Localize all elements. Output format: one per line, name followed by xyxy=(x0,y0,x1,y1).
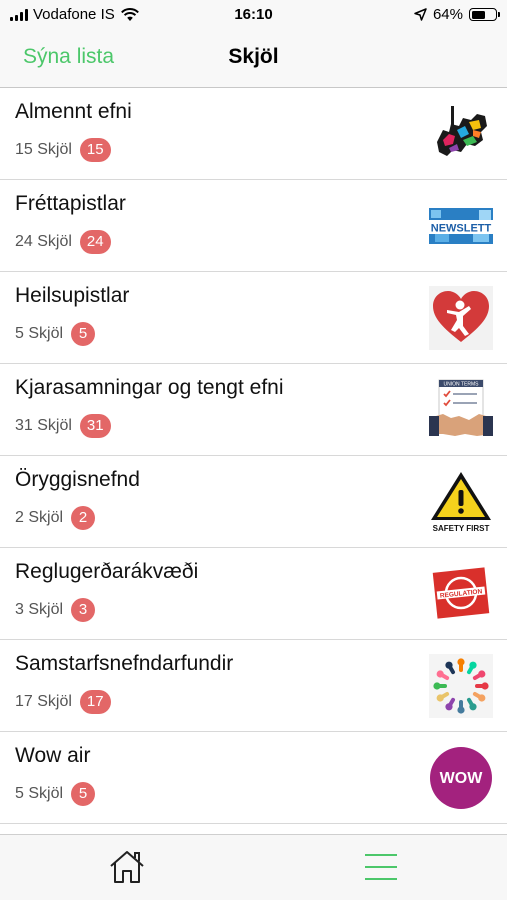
category-title: Fréttapistlar xyxy=(15,192,126,215)
menu-tab[interactable] xyxy=(364,852,398,882)
list-item[interactable]: Samstarfsnefndarfundir 17 Skjöl 17 xyxy=(0,640,507,732)
document-count-label: 17 Skjöl xyxy=(15,693,72,711)
status-bar: Vodafone IS 16:10 64% xyxy=(0,0,507,32)
document-count-label: 2 Skjöl xyxy=(15,509,64,527)
count-badge: 2 xyxy=(71,506,96,530)
wow-air-logo-icon: WOW xyxy=(429,746,493,810)
list-item[interactable]: Wow air 5 Skjöl 5 WOW xyxy=(0,732,507,824)
newsletter-text: NEWSLETT xyxy=(431,223,492,235)
union-terms-text: UNION TERMS xyxy=(444,382,480,388)
list-item[interactable]: Kjarasamningar og tengt efni 31 Skjöl 31 … xyxy=(0,364,507,456)
hamburger-menu-icon xyxy=(365,854,397,880)
count-badge: 3 xyxy=(71,598,96,622)
people-circle-icon xyxy=(429,654,493,718)
wow-text: WOW xyxy=(440,770,484,787)
document-count: 17 Skjöl 17 xyxy=(15,690,111,714)
document-count-label: 24 Skjöl xyxy=(15,233,72,251)
category-title: Reglugerðarákvæði xyxy=(15,560,199,583)
document-count: 5 Skjöl 5 xyxy=(15,782,96,806)
document-category-list: Almennt efni 15 Skjöl 15 Fréttapistlar 24… xyxy=(0,88,507,824)
document-count-label: 5 Skjöl xyxy=(15,325,64,343)
safety-first-sign-icon: SAFETY FIRST xyxy=(429,470,493,534)
document-count-label: 15 Skjöl xyxy=(15,141,72,159)
category-title: Kjarasamningar og tengt efni xyxy=(15,376,284,399)
regulation-stamp-icon: REGULATION xyxy=(429,562,493,626)
count-badge: 31 xyxy=(79,414,111,438)
document-count: 24 Skjöl 24 xyxy=(15,230,111,254)
list-item[interactable]: Almennt efni 15 Skjöl 15 xyxy=(0,88,507,180)
document-count-label: 31 Skjöl xyxy=(15,417,72,435)
document-count: 3 Skjöl 3 xyxy=(15,598,96,622)
location-arrow-icon xyxy=(414,8,427,21)
category-title: Öryggisnefnd xyxy=(15,468,140,491)
document-count: 15 Skjöl 15 xyxy=(15,138,111,162)
count-badge: 5 xyxy=(71,322,96,346)
list-item[interactable]: Fréttapistlar 24 Skjöl 24 NEWSLETT xyxy=(0,180,507,272)
document-count: 31 Skjöl 31 xyxy=(15,414,111,438)
category-title: Samstarfsnefndarfundir xyxy=(15,652,234,675)
document-count: 5 Skjöl 5 xyxy=(15,322,96,346)
battery-fill xyxy=(471,10,485,19)
battery-percent: 64% xyxy=(432,6,463,23)
status-right: 64% xyxy=(414,6,500,23)
colorful-map-logo-icon xyxy=(429,102,493,166)
category-title: Almennt efni xyxy=(15,100,132,123)
home-tab[interactable] xyxy=(108,849,146,885)
count-badge: 24 xyxy=(79,230,111,254)
document-count-label: 5 Skjöl xyxy=(15,785,64,803)
newsletter-banner-icon: NEWSLETT xyxy=(429,194,493,258)
list-item[interactable]: Reglugerðarákvæði 3 Skjöl 3 REGULATION xyxy=(0,548,507,640)
show-list-button[interactable]: Sýna lista xyxy=(23,45,114,69)
category-title: Heilsupistlar xyxy=(15,284,130,307)
navigation-bar: Sýna lista Skjöl xyxy=(0,32,507,88)
home-icon xyxy=(110,851,144,883)
category-title: Wow air xyxy=(15,744,91,767)
bottom-tab-bar xyxy=(0,834,507,900)
count-badge: 5 xyxy=(71,782,96,806)
battery-icon xyxy=(469,8,500,21)
handshake-contract-icon: UNION TERMS xyxy=(429,378,493,442)
health-heart-icon xyxy=(429,286,493,350)
list-item[interactable]: Heilsupistlar 5 Skjöl 5 xyxy=(0,272,507,364)
count-badge: 15 xyxy=(79,138,111,162)
safety-first-text: SAFETY FIRST xyxy=(433,524,490,533)
count-badge: 17 xyxy=(79,690,111,714)
document-count-label: 3 Skjöl xyxy=(15,601,64,619)
list-item[interactable]: Öryggisnefnd 2 Skjöl 2 SAFETY FIRST xyxy=(0,456,507,548)
document-count: 2 Skjöl 2 xyxy=(15,506,96,530)
